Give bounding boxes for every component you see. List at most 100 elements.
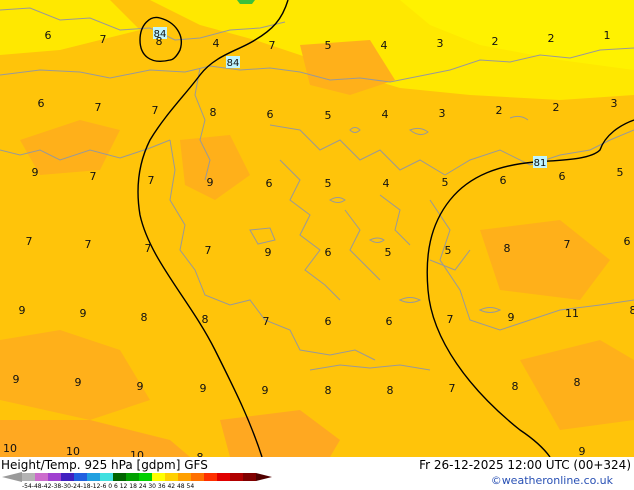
temperature-value: 2 — [492, 35, 499, 48]
temperature-value: 2 — [553, 101, 560, 114]
colorbar-cell — [165, 473, 178, 481]
colorbar-arrow-right — [256, 473, 272, 481]
temperature-value: 8 — [325, 384, 332, 397]
temperature-value: 8 — [574, 376, 581, 389]
colorbar — [2, 472, 272, 482]
temperature-value: 7 — [152, 104, 159, 117]
temperature-value: 9 — [265, 246, 272, 259]
temperature-value: 9 — [579, 445, 586, 457]
credit[interactable]: ©weatheronline.co.uk — [491, 474, 613, 487]
colorbar-cell — [87, 473, 100, 481]
temperature-value: 7 — [449, 382, 456, 395]
temperature-value: 9 — [32, 166, 39, 179]
valid-time: Fr 26-12-2025 12:00 UTC (00+324) — [419, 458, 631, 472]
colorbar-cell — [100, 473, 113, 481]
temperature-value: 4 — [213, 37, 220, 50]
contour-label-84b: 84 — [226, 56, 240, 69]
temperature-value: 7 — [145, 242, 152, 255]
temperature-value: 9 — [19, 304, 26, 317]
footer: Height/Temp. 925 hPa [gdpm] GFS Fr 26-12… — [0, 457, 634, 490]
colorbar-cell — [139, 473, 152, 481]
temperature-value: 7 — [263, 315, 270, 328]
temperature-value: 7 — [90, 170, 97, 183]
temperature-value: 9 — [508, 311, 515, 324]
temperature-value: 4 — [381, 39, 388, 52]
temperature-value: 1 — [604, 29, 611, 42]
temperature-value: 3 — [611, 97, 618, 110]
temperature-value: 5 — [325, 39, 332, 52]
temperature-value: 7 — [26, 235, 33, 248]
temperature-value: 10 — [3, 442, 17, 455]
map-canvas: 84 84 81 6 7 8 4 7 5 4 3 2 2 16 7 7 8 6 5 4 3 2 2 39 7 7 9 6 5 4 5 6… — [0, 0, 634, 457]
colorbar-cell — [113, 473, 126, 481]
temperature-value: 7 — [85, 238, 92, 251]
temperature-value: 9 — [137, 380, 144, 393]
temperature-value: 9 — [200, 382, 207, 395]
contour-label-81: 81 — [533, 156, 547, 169]
temperature-value: 6 — [325, 246, 332, 259]
temperature-value: 9 — [75, 376, 82, 389]
temperature-value: 7 — [148, 174, 155, 187]
map-panel: 84 84 81 6784754322167786543223977965456… — [0, 0, 634, 490]
colorbar-cell — [126, 473, 139, 481]
temperature-value: 7 — [100, 33, 107, 46]
temperature-value: 2 — [496, 104, 503, 117]
temperature-value: 3 — [437, 37, 444, 50]
temperature-value: 6 — [266, 177, 273, 190]
temperature-value: 7 — [447, 313, 454, 326]
temperature-value: 4 — [383, 177, 390, 190]
temperature-value: 6 — [500, 174, 507, 187]
colorbar-cell — [191, 473, 204, 481]
contour-value-81: 81 — [534, 158, 547, 169]
temperature-value: 8 — [141, 311, 148, 324]
temperature-value: 7 — [95, 101, 102, 114]
colorbar-arrow-left — [2, 472, 22, 482]
temperature-value: 8 — [504, 242, 511, 255]
colorbar-cell — [48, 473, 61, 481]
temperature-value: 8 — [202, 313, 209, 326]
temperature-value: 5 — [325, 109, 332, 122]
temperature-value: 6 — [267, 108, 274, 121]
temperature-value: 9 — [262, 384, 269, 397]
temperature-value: 5 — [385, 246, 392, 259]
temperature-value: 7 — [269, 39, 276, 52]
temperature-value: 5 — [325, 177, 332, 190]
temperature-value: 10 — [66, 445, 80, 457]
colorbar-cell — [22, 473, 35, 481]
temperature-value: 6 — [624, 235, 631, 248]
contour-value-84b: 84 — [227, 58, 240, 69]
temperature-value: 9 — [13, 373, 20, 386]
map-title: Height/Temp. 925 hPa [gdpm] GFS — [1, 458, 208, 472]
temperature-value: 8 — [630, 304, 634, 317]
temperature-value: 5 — [442, 176, 449, 189]
temperature-value: 5 — [617, 166, 624, 179]
temperature-value: 8 — [512, 380, 519, 393]
colorbar-ticks: -54-48-42-38-30-24-18-12-6 0 6 12 18 24 … — [22, 483, 195, 490]
colorbar-cell — [61, 473, 74, 481]
colorbar-cell — [35, 473, 48, 481]
colorbar-cell — [178, 473, 191, 481]
temperature-value: 4 — [382, 108, 389, 121]
temperature-value: 6 — [45, 29, 52, 42]
colorbar-cell — [204, 473, 217, 481]
temperature-value: 6 — [325, 315, 332, 328]
colorbar-cell — [230, 473, 243, 481]
temperature-value: 8 — [387, 384, 394, 397]
temperature-value: 8 — [156, 35, 163, 48]
temperature-value: 2 — [548, 32, 555, 45]
temperature-value: 6 — [38, 97, 45, 110]
temperature-value: 3 — [439, 107, 446, 120]
temperature-value: 11 — [565, 307, 579, 320]
temperature-value: 9 — [207, 176, 214, 189]
colorbar-cell — [243, 473, 256, 481]
temperature-value: 7 — [205, 244, 212, 257]
field-green-bit — [237, 0, 255, 4]
colorbar-cell — [152, 473, 165, 481]
temperature-value: 6 — [559, 170, 566, 183]
temperature-value: 8 — [210, 106, 217, 119]
colorbar-cell — [217, 473, 230, 481]
temperature-value: 7 — [564, 238, 571, 251]
temperature-value: 10 — [130, 449, 144, 457]
temperature-value: 5 — [445, 244, 452, 257]
colorbar-cell — [74, 473, 87, 481]
